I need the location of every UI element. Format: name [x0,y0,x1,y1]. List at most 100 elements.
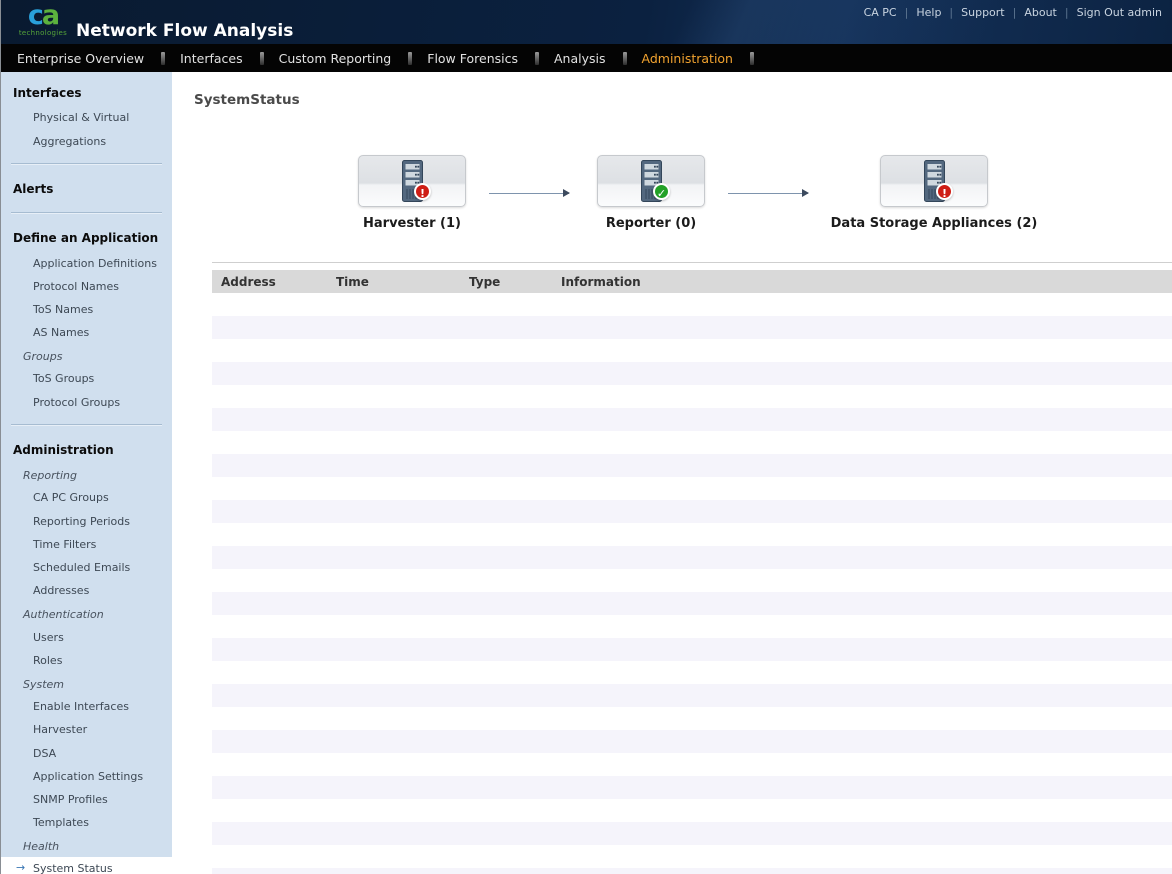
sidebar-item[interactable]: Protocol Groups [1,391,172,414]
nav-separator-icon [260,52,264,65]
flow-arrow-icon [728,193,808,194]
sidebar-item[interactable]: CA PC Groups [1,486,172,509]
nav-tab[interactable]: Administration [640,51,767,66]
sidebar-item[interactable]: Reporting Periods [1,510,172,533]
column-header[interactable]: Address [212,275,327,289]
main-nav: Enterprise Overview Interfaces Custom Re… [1,44,1172,72]
sidebar-item-label: DSA [33,747,56,760]
nav-separator-icon [750,52,754,65]
sidebar-item[interactable]: Enable Interfaces [1,695,172,718]
sidebar-item-label: ToS Names [33,303,93,316]
sidebar-item-label: Scheduled Emails [33,561,130,574]
column-header[interactable]: Information [552,275,1172,289]
sidebar-item[interactable]: Application Definitions [1,252,172,275]
column-header-label: Type [469,275,500,289]
header-link[interactable]: About| [1024,6,1076,19]
sidebar-menu: Interfaces Physical & Virtual Aggregatio… [1,72,172,857]
sidebar-item[interactable] [11,212,162,214]
sidebar-item[interactable]: DSA [1,742,172,765]
sidebar-item[interactable]: Time Filters [1,533,172,556]
column-header[interactable]: Type [460,275,552,289]
sidebar-item[interactable]: Health [1,834,172,857]
sidebar-item[interactable]: Scheduled Emails [1,556,172,579]
sidebar-item[interactable]: Administration [1,435,172,463]
sidebar-item-label: Harvester [33,723,87,736]
nav-tab[interactable]: Flow Forensics [425,51,552,66]
status-badge-icon: ✓ [653,183,670,200]
node-label: Reporter (0) [541,216,761,231]
sidebar-item[interactable]: Protocol Names [1,275,172,298]
sidebar-item[interactable]: AS Names [1,321,172,344]
sidebar-item-label: Application Definitions [33,257,157,270]
sidebar-item[interactable]: ToS Groups [1,367,172,390]
server-box[interactable]: ! [358,155,466,207]
node-label: Harvester (1) [302,216,522,231]
sidebar-item[interactable]: Groups [1,344,172,367]
header-link[interactable]: CA PC| [864,6,917,19]
sidebar-item[interactable]: Alerts [1,174,172,202]
system-node[interactable]: ! Data Storage Appliances (2) [824,155,1044,231]
nav-tab[interactable]: Analysis [552,51,640,66]
sidebar-item[interactable]: Authentication [1,602,172,625]
sidebar-item[interactable]: →System Status [1,857,166,874]
status-table-header: Address Time Type Information [212,270,1172,293]
sidebar-item-label: System [23,678,64,691]
sidebar-item-label: Protocol Groups [33,396,120,409]
sidebar-item-label: Time Filters [33,538,96,551]
column-header[interactable]: Time [327,275,460,289]
sidebar-item[interactable]: System [1,672,172,695]
sidebar-item[interactable]: SNMP Profiles [1,788,172,811]
sidebar-item[interactable] [11,163,162,165]
main-content: SystemStatus [172,72,1172,874]
column-header-label: Time [336,275,369,289]
sidebar-item[interactable]: Users [1,626,172,649]
server-box[interactable]: ✓ [597,155,705,207]
nav-tab[interactable]: Enterprise Overview [15,51,178,66]
sidebar-item[interactable]: Application Settings [1,765,172,788]
header-link-label: Support [961,6,1004,19]
sidebar-item-label: Authentication [23,608,104,621]
header-link-label: CA PC [864,6,897,19]
sidebar-item-label: Physical & Virtual [33,111,129,124]
nav-tab-label: Flow Forensics [425,51,520,66]
header-links: CA PC| Help| Support| About| Sign Out ad… [864,6,1162,19]
server-box[interactable]: ! [880,155,988,207]
sidebar-item[interactable]: Define an Application [1,223,172,251]
ca-technologies-logo: ca technologies [18,2,68,37]
sidebar-item[interactable]: Roles [1,649,172,672]
link-separator: | [949,6,953,19]
nav-tab[interactable]: Interfaces [178,51,276,66]
sidebar-item[interactable]: Aggregations [1,130,172,153]
sidebar-item-label: Alerts [13,182,53,196]
sidebar-item-label: Aggregations [33,135,106,148]
header-link[interactable]: Sign Out admin| [1077,6,1162,19]
flow-arrow-icon [489,193,569,194]
sidebar-item-label: Reporting [23,469,77,482]
table-top-divider [212,262,1172,263]
sidebar-item[interactable] [11,424,162,426]
header-link[interactable]: Help| [916,6,961,19]
link-separator: | [1013,6,1017,19]
nav-separator-icon [535,52,539,65]
nav-tab-label: Enterprise Overview [15,51,146,66]
nav-tab-label: Analysis [552,51,608,66]
sidebar-item[interactable]: Harvester [1,718,172,741]
sidebar-item[interactable]: Reporting [1,463,172,486]
left-column: Interfaces Physical & Virtual Aggregatio… [1,72,172,874]
sidebar-item[interactable]: Interfaces [1,78,172,106]
page-title: SystemStatus [194,92,300,108]
sidebar-item-label: CA PC Groups [33,491,109,504]
sidebar-item[interactable]: Physical & Virtual [1,106,172,129]
nav-separator-icon [161,52,165,65]
sidebar-item-label: Reporting Periods [33,515,130,528]
nav-tab-label: Interfaces [178,51,244,66]
selected-arrow-icon: → [16,861,25,874]
sidebar-item-label: Administration [13,443,114,457]
sidebar-item[interactable]: ToS Names [1,298,172,321]
header-link[interactable]: Support | [961,6,1024,19]
sidebar-item-label: Application Settings [33,770,143,783]
sidebar-item[interactable]: Addresses [1,579,172,602]
sidebar-item[interactable]: Templates [1,811,172,834]
sidebar-item-label: Health [23,840,59,853]
nav-tab[interactable]: Custom Reporting [277,51,426,66]
